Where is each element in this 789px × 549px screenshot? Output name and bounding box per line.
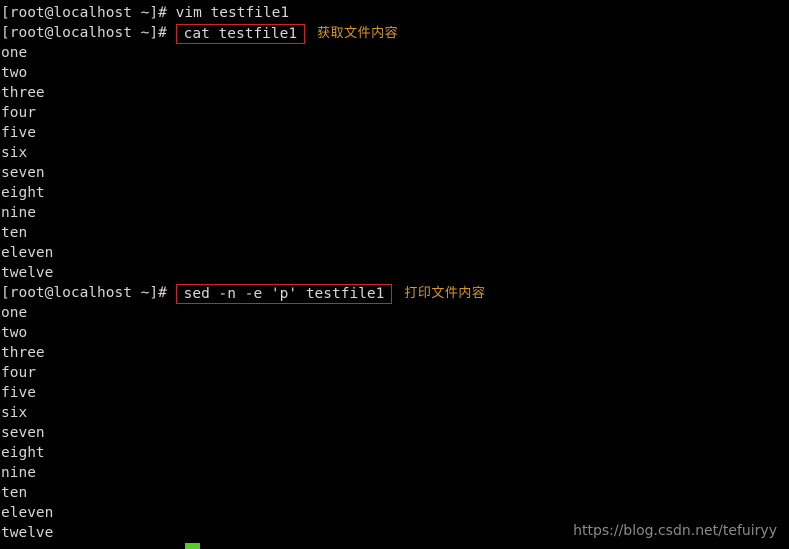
output-line: three <box>1 83 789 103</box>
output-line: seven <box>1 423 789 443</box>
output-line: six <box>1 143 789 163</box>
output-line: four <box>1 103 789 123</box>
shell-prompt: [root@localhost ~]# <box>1 5 176 21</box>
terminal-line-command: [root@localhost ~]# cat testfile1 获取文件内容 <box>1 23 789 44</box>
output-text: six <box>1 145 28 161</box>
output-line: three <box>1 343 789 363</box>
output-line: five <box>1 123 789 143</box>
output-line: one <box>1 303 789 323</box>
shell-prompt: [root@localhost ~]# <box>1 25 176 41</box>
terminal-line-command: [root@localhost ~]# sed -n -e 'p' testfi… <box>1 283 789 304</box>
output-text: eight <box>1 185 45 201</box>
output-line: six <box>1 403 789 423</box>
annotation-cat-label: 获取文件内容 <box>317 26 399 41</box>
terminal-line-command: [root@localhost ~]# vim testfile1 <box>1 3 789 23</box>
output-line: nine <box>1 203 789 223</box>
output-line: eight <box>1 183 789 203</box>
output-line: one <box>1 43 789 63</box>
output-text: nine <box>1 205 36 221</box>
output-text: eleven <box>1 245 54 261</box>
terminal-window[interactable]: [root@localhost ~]# vim testfile1 [root@… <box>0 0 789 549</box>
output-text: ten <box>1 485 28 501</box>
command-sed[interactable]: sed -n -e 'p' testfile1 <box>175 284 393 304</box>
command-cat[interactable]: cat testfile1 <box>175 24 306 44</box>
output-text: eight <box>1 445 45 461</box>
output-line: five <box>1 383 789 403</box>
output-text: five <box>1 385 36 401</box>
output-text: seven <box>1 425 45 441</box>
output-text: three <box>1 345 45 361</box>
output-text: eleven <box>1 505 54 521</box>
output-text: two <box>1 65 28 81</box>
output-text: four <box>1 105 36 121</box>
output-line: two <box>1 63 789 83</box>
watermark: https://blog.csdn.net/tefuiryy <box>573 523 777 539</box>
output-line: twelve <box>1 263 789 283</box>
output-text: ten <box>1 225 28 241</box>
output-line: two <box>1 323 789 343</box>
terminal-cursor <box>185 543 200 549</box>
shell-prompt: [root@localhost ~]# <box>1 285 176 301</box>
output-text: four <box>1 365 36 381</box>
output-line: eleven <box>1 503 789 523</box>
output-text: two <box>1 325 28 341</box>
output-text: six <box>1 405 28 421</box>
output-line: four <box>1 363 789 383</box>
output-text: three <box>1 85 45 101</box>
output-line: eight <box>1 443 789 463</box>
output-text: nine <box>1 465 36 481</box>
output-line: eleven <box>1 243 789 263</box>
output-text: twelve <box>1 525 54 541</box>
output-text: one <box>1 45 28 61</box>
output-text: one <box>1 305 28 321</box>
terminal-screen: [root@localhost ~]# vim testfile1 [root@… <box>0 0 789 543</box>
command-vim[interactable]: vim testfile1 <box>176 5 290 21</box>
output-text: five <box>1 125 36 141</box>
output-line: ten <box>1 223 789 243</box>
output-line: nine <box>1 463 789 483</box>
output-text: twelve <box>1 265 54 281</box>
output-line: ten <box>1 483 789 503</box>
annotation-sed-label: 打印文件内容 <box>404 286 486 301</box>
output-text: seven <box>1 165 45 181</box>
output-line: seven <box>1 163 789 183</box>
